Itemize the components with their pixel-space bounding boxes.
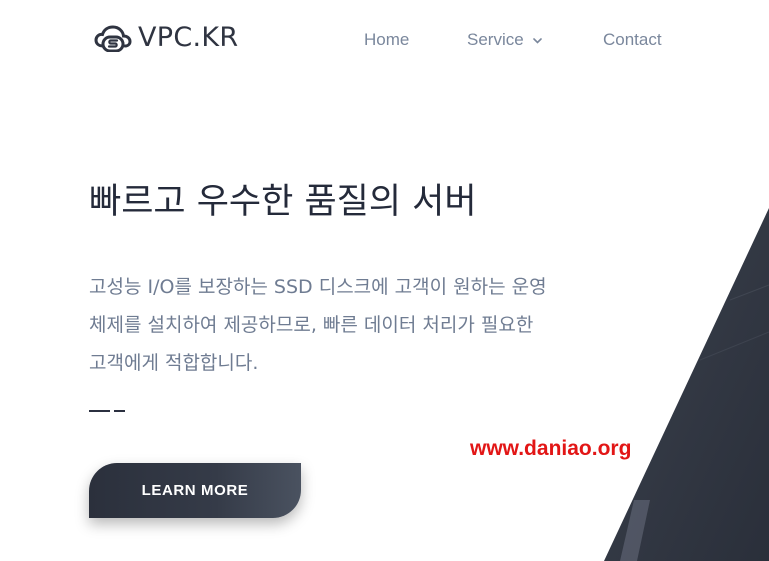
hero-description: 고성능 I/O를 보장하는 SSD 디스크에 고객이 원하는 운영 체제를 설치… [89, 268, 649, 382]
hero-description-line: 고성능 I/O를 보장하는 SSD 디스크에 고객이 원하는 운영 [89, 276, 547, 298]
site-header: VPC.KR Home Service Contact [0, 0, 769, 80]
hero-description-line: 체제를 설치하여 제공하므로, 빠른 데이터 처리가 필요한 [89, 314, 534, 336]
nav-service-dropdown[interactable]: Service [467, 29, 542, 52]
chevron-down-icon [532, 28, 542, 50]
learn-more-button[interactable]: LEARN MORE [89, 463, 301, 518]
hero-description-line: 고객에게 적합합니다. [89, 352, 259, 374]
nav-service-label: Service [467, 30, 524, 49]
main-nav: Home Service Contact [0, 29, 769, 53]
nav-home-link[interactable]: Home [364, 29, 409, 51]
nav-contact-link[interactable]: Contact [603, 29, 662, 51]
hero-title: 빠르고 우수한 품질의 서버 [89, 182, 477, 222]
watermark-text: www.daniao.org [470, 437, 632, 460]
divider-dash [89, 410, 125, 412]
